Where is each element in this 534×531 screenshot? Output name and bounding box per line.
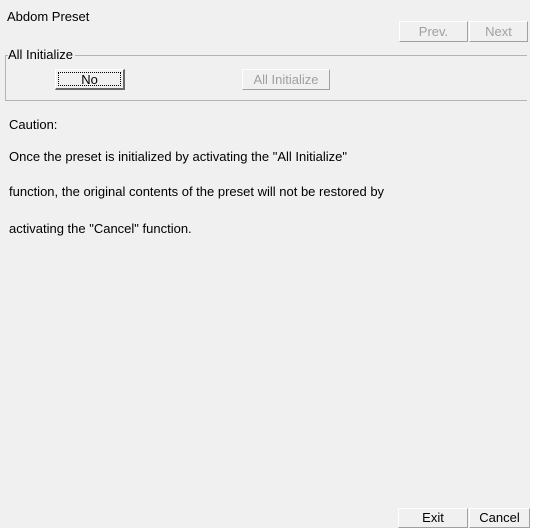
caution-line-1: Once the preset is initialized by activa… xyxy=(9,149,348,164)
exit-button[interactable]: Exit xyxy=(398,508,468,528)
caution-line-2: function, the original contents of the p… xyxy=(9,184,385,199)
next-button[interactable]: Next xyxy=(469,21,528,42)
prev-button[interactable]: Prev. xyxy=(399,21,468,42)
caution-heading: Caution: xyxy=(9,117,58,132)
cancel-button[interactable]: Cancel xyxy=(469,508,530,528)
caution-line-3: activating the "Cancel" function. xyxy=(9,221,192,236)
all-initialize-button[interactable]: All Initialize xyxy=(242,69,330,90)
preset-dialog: Abdom Preset Prev. Next All Initialize N… xyxy=(0,0,530,528)
focus-rectangle xyxy=(58,72,121,86)
no-button[interactable]: No xyxy=(55,69,125,90)
dialog-title: Abdom Preset xyxy=(7,9,90,24)
all-initialize-group-label: All Initialize xyxy=(8,47,76,62)
